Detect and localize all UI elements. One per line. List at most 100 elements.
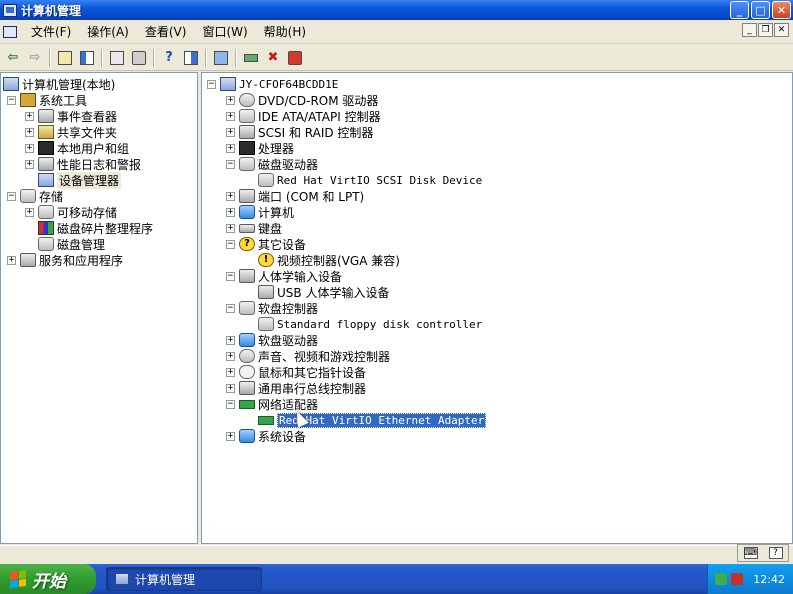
help-icon[interactable]: ? <box>768 547 783 559</box>
collapse-icon[interactable]: − <box>7 191 16 201</box>
properties-icon[interactable] <box>106 47 128 69</box>
hid-icon <box>239 269 255 283</box>
mdi-close-button[interactable]: ✕ <box>774 23 789 37</box>
keyboard-icon[interactable]: ⌨ <box>743 547 758 559</box>
scan-icon[interactable] <box>210 47 232 69</box>
collapse-icon[interactable]: − <box>226 399 235 409</box>
device-disk[interactable]: Red Hat VirtIO SCSI Disk Device <box>258 172 482 188</box>
collapse-icon[interactable]: − <box>226 239 235 249</box>
console-tree[interactable]: 计算机管理(本地) − 系统工具 + 事件查看器 + 共享文件夹 + 本地用户和… <box>0 72 198 544</box>
language-bar[interactable]: ⌨ ? <box>737 544 789 562</box>
expand-icon[interactable]: + <box>25 111 34 121</box>
device-category-network[interactable]: − 网络适配器 <box>226 396 318 412</box>
menu-view[interactable]: 查看(V) <box>137 23 195 40</box>
forward-icon[interactable]: ⇨ <box>24 47 46 69</box>
tree-item-local-users[interactable]: + 本地用户和组 <box>25 140 129 156</box>
clock[interactable]: 12:42 <box>753 573 785 586</box>
collapse-icon[interactable]: − <box>226 271 235 281</box>
expand-icon[interactable]: + <box>7 255 16 265</box>
network-tray-icon[interactable] <box>715 573 728 585</box>
device-category-scsi[interactable]: + SCSI 和 RAID 控制器 <box>226 124 373 140</box>
print-icon[interactable] <box>128 47 150 69</box>
tree-item-shared-folders[interactable]: + 共享文件夹 <box>25 124 117 140</box>
device-floppy-controller[interactable]: Standard floppy disk controller <box>258 316 482 332</box>
collapse-icon[interactable]: − <box>226 159 235 169</box>
tree-item-device-manager[interactable]: 设备管理器 <box>25 171 122 189</box>
help-icon[interactable]: ? <box>158 47 180 69</box>
expand-icon[interactable]: + <box>226 111 235 121</box>
expand-icon[interactable]: + <box>226 351 235 361</box>
show-hide-tree-icon[interactable] <box>76 47 98 69</box>
back-icon[interactable]: ⇦ <box>2 47 24 69</box>
collapse-icon[interactable]: − <box>207 79 216 89</box>
expand-icon[interactable]: + <box>226 207 235 217</box>
tree-item-system-tools[interactable]: − 系统工具 <box>7 92 87 108</box>
device-root[interactable]: − JY-CFOF64BCDD1E <box>207 76 338 92</box>
tree-item-disk-management[interactable]: 磁盘管理 <box>25 236 105 252</box>
up-icon[interactable] <box>54 47 76 69</box>
window-title: 计算机管理 <box>21 3 82 18</box>
device-category-sound[interactable]: + 声音、视频和游戏控制器 <box>226 348 390 364</box>
menu-file[interactable]: 文件(F) <box>23 23 79 40</box>
tree-item-removable-storage[interactable]: + 可移动存储 <box>25 204 117 220</box>
expand-icon[interactable]: + <box>226 95 235 105</box>
security-tray-icon[interactable] <box>731 573 744 585</box>
uninstall-icon[interactable]: ✖ <box>262 47 284 69</box>
update-driver-icon[interactable] <box>240 47 262 69</box>
expand-icon[interactable]: + <box>226 191 235 201</box>
tree-item-services[interactable]: + 服务和应用程序 <box>7 252 123 268</box>
expand-icon[interactable]: + <box>226 431 235 441</box>
taskbar-item-computer-management[interactable]: 计算机管理 <box>106 567 262 591</box>
tree-item-defrag[interactable]: 磁盘碎片整理程序 <box>25 220 153 236</box>
maximize-button[interactable]: □ <box>751 1 770 19</box>
device-tree[interactable]: − JY-CFOF64BCDD1E + DVD/CD-ROM 驱动器 + IDE… <box>201 72 793 544</box>
device-category-computer[interactable]: + 计算机 <box>226 204 294 220</box>
close-button[interactable]: ✕ <box>772 1 791 19</box>
device-category-other[interactable]: − ? 其它设备 <box>226 236 306 252</box>
menu-window[interactable]: 窗口(W) <box>194 23 255 40</box>
start-button[interactable]: 开始 <box>0 564 96 594</box>
console-icon[interactable] <box>3 25 17 38</box>
device-category-usb[interactable]: + 通用串行总线控制器 <box>226 380 366 396</box>
disable-icon[interactable] <box>284 47 306 69</box>
tree-item-perf-logs[interactable]: + 性能日志和警报 <box>25 156 141 172</box>
expand-icon[interactable]: + <box>226 223 235 233</box>
tree-label: 存储 <box>39 189 64 204</box>
menu-action[interactable]: 操作(A) <box>79 23 137 40</box>
device-usb-hid[interactable]: USB 人体学输入设备 <box>258 284 389 300</box>
expand-icon[interactable]: + <box>226 335 235 345</box>
expand-icon[interactable]: + <box>25 143 34 153</box>
device-category-dvd[interactable]: + DVD/CD-ROM 驱动器 <box>226 92 378 108</box>
performance-icon <box>38 157 54 171</box>
device-category-floppy-controller[interactable]: − 软盘控制器 <box>226 300 318 316</box>
device-category-mouse[interactable]: + 鼠标和其它指针设备 <box>226 364 366 380</box>
expand-icon[interactable]: + <box>226 367 235 377</box>
device-category-floppy-drive[interactable]: + 软盘驱动器 <box>226 332 318 348</box>
expand-icon[interactable]: + <box>25 127 34 137</box>
device-category-system[interactable]: + 系统设备 <box>226 428 306 444</box>
mdi-restore-button[interactable]: ❐ <box>758 23 773 37</box>
device-category-disk-drives[interactable]: − 磁盘驱动器 <box>226 156 318 172</box>
menu-help[interactable]: 帮助(H) <box>256 23 314 40</box>
expand-icon[interactable]: + <box>25 207 34 217</box>
device-category-ports[interactable]: + 端口 (COM 和 LPT) <box>226 188 364 204</box>
tree-item-storage[interactable]: − 存储 <box>7 188 63 204</box>
tree-item-event-viewer[interactable]: + 事件查看器 <box>25 108 117 124</box>
device-category-hid[interactable]: − 人体学输入设备 <box>226 268 342 284</box>
collapse-icon[interactable]: − <box>7 95 16 105</box>
device-video-controller[interactable]: ! 视频控制器(VGA 兼容) <box>258 252 400 268</box>
device-category-keyboard[interactable]: + 键盘 <box>226 220 282 236</box>
device-category-processor[interactable]: + 处理器 <box>226 140 294 156</box>
title-bar[interactable]: 计算机管理 _ □ ✕ <box>0 0 793 20</box>
mdi-minimize-button[interactable]: _ <box>742 23 757 37</box>
minimize-button[interactable]: _ <box>730 1 749 19</box>
expand-icon[interactable]: + <box>25 159 34 169</box>
expand-icon[interactable]: + <box>226 143 235 153</box>
expand-icon[interactable]: + <box>226 383 235 393</box>
collapse-icon[interactable]: − <box>226 303 235 313</box>
view-icon[interactable] <box>180 47 202 69</box>
tree-item-root[interactable]: 计算机管理(本地) <box>3 76 115 92</box>
device-category-ide[interactable]: + IDE ATA/ATAPI 控制器 <box>226 108 381 124</box>
expand-icon[interactable]: + <box>226 127 235 137</box>
